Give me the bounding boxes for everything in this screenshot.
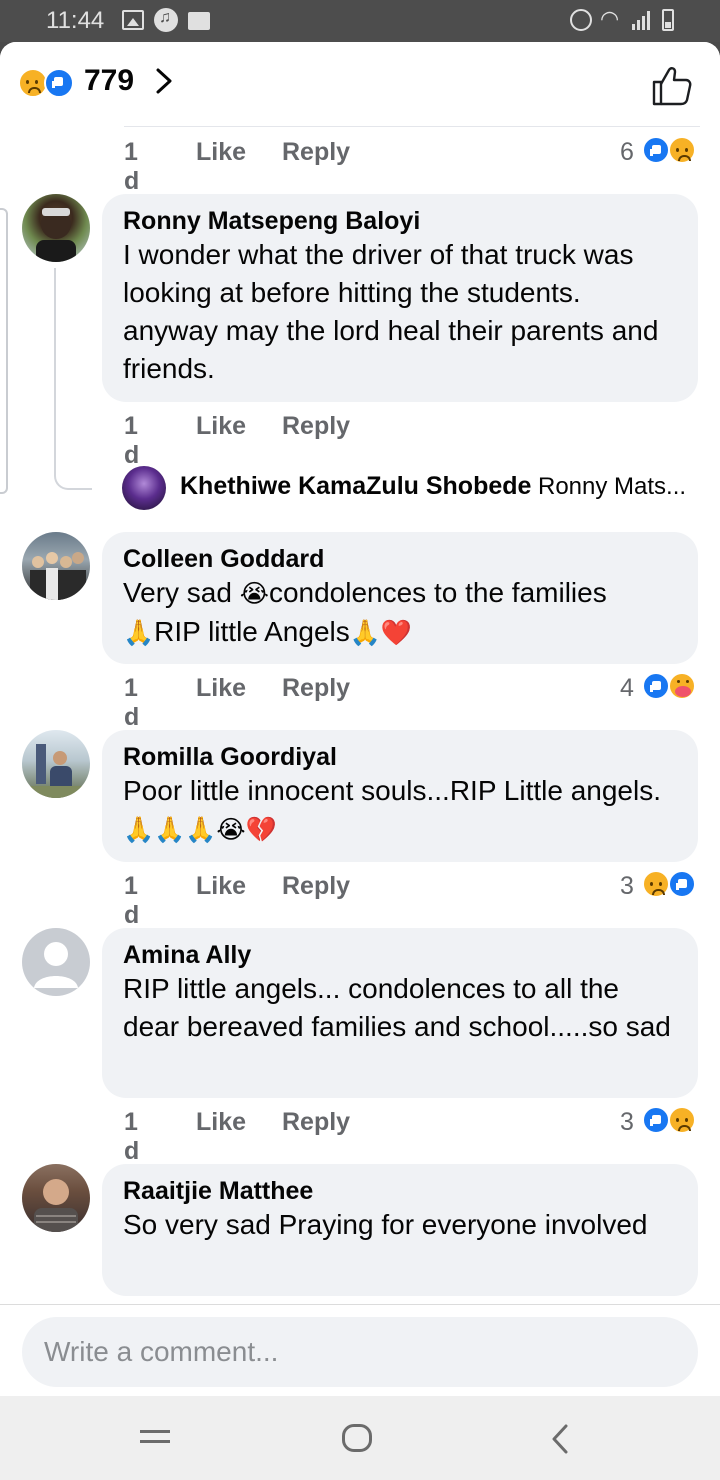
like-link[interactable]: Like bbox=[196, 138, 246, 167]
comment-reaction-count[interactable]: 6 bbox=[620, 138, 634, 167]
reply-link[interactable]: Reply bbox=[282, 872, 350, 901]
comment-time: 1 d bbox=[124, 412, 140, 469]
avatar[interactable] bbox=[122, 466, 166, 510]
gallery-icon bbox=[122, 10, 144, 30]
sad-reaction-icon bbox=[668, 136, 696, 164]
avatar[interactable] bbox=[22, 1164, 90, 1232]
comment-reaction-count[interactable]: 4 bbox=[620, 674, 634, 703]
comment-text-part: condolences to the families bbox=[268, 577, 607, 608]
sad-reaction-icon bbox=[668, 1106, 696, 1134]
comment-reactions[interactable] bbox=[642, 1106, 702, 1138]
folder-icon bbox=[188, 12, 210, 30]
sad-reaction-icon bbox=[642, 870, 670, 898]
comment-text: Very sad 😭condolences to the families 🙏RI… bbox=[123, 574, 678, 652]
comment-bubble: Raaitjie Matthee So very sad Praying for… bbox=[102, 1164, 698, 1296]
home-button[interactable] bbox=[342, 1424, 372, 1452]
reply-link[interactable]: Reply bbox=[282, 674, 350, 703]
avatar[interactable] bbox=[22, 730, 90, 798]
music-icon bbox=[154, 8, 178, 32]
like-link[interactable]: Like bbox=[196, 1108, 246, 1137]
reaction-count[interactable]: 779 bbox=[84, 64, 134, 98]
like-reaction-icon bbox=[44, 68, 74, 98]
comment-reaction-count[interactable]: 3 bbox=[620, 1108, 634, 1137]
default-profile-icon bbox=[34, 942, 78, 988]
wifi-icon: ◠ bbox=[600, 6, 620, 31]
comment-reactions[interactable] bbox=[642, 136, 702, 168]
comment-text-part: Very sad bbox=[123, 577, 240, 608]
reaction-summary[interactable] bbox=[18, 66, 78, 100]
reply-preview[interactable]: Khethiwe KamaZulu Shobede Ronny Mats... bbox=[122, 466, 702, 512]
comment-text: So very sad Praying for everyone involve… bbox=[123, 1209, 648, 1240]
reply-link[interactable]: Reply bbox=[282, 1108, 350, 1137]
comment-text: I wonder what the driver of that truck w… bbox=[123, 239, 659, 384]
chevron-right-icon[interactable] bbox=[150, 64, 180, 98]
reply-link[interactable]: Reply bbox=[282, 412, 350, 441]
avatar[interactable] bbox=[22, 532, 90, 600]
emoji: 🙏🙏🙏😭💔 bbox=[123, 815, 277, 844]
care-reaction-icon bbox=[668, 672, 696, 700]
comment-time: 1 d bbox=[124, 674, 140, 731]
emoji: 😭 bbox=[239, 579, 269, 608]
like-link[interactable]: Like bbox=[196, 412, 246, 441]
recent-apps-button[interactable] bbox=[140, 1426, 170, 1450]
status-time: 11:44 bbox=[46, 7, 105, 34]
system-nav-bar bbox=[0, 1396, 720, 1480]
signal-icon bbox=[632, 10, 654, 30]
alarm-icon bbox=[570, 9, 592, 31]
like-reaction-icon bbox=[642, 136, 670, 164]
battery-icon bbox=[662, 9, 674, 31]
comment-text-part: Poor little innocent souls...RIP Little … bbox=[123, 775, 662, 806]
like-reaction-icon bbox=[642, 1106, 670, 1134]
comment-reactions[interactable] bbox=[642, 870, 702, 902]
emoji: 🙏❤️ bbox=[349, 618, 412, 647]
like-reaction-icon bbox=[668, 870, 696, 898]
status-bar: 11:44 ◠ bbox=[0, 0, 720, 42]
comment-text-part: RIP little Angels bbox=[154, 616, 350, 647]
header-divider bbox=[124, 126, 700, 127]
avatar[interactable] bbox=[22, 194, 90, 262]
comment-bubble: Romilla Goordiyal Poor little innocent s… bbox=[102, 730, 698, 862]
commenter-name[interactable]: Romilla Goordiyal bbox=[123, 742, 678, 772]
comment-time: 1 d bbox=[124, 872, 140, 929]
reply-author-name[interactable]: Khethiwe KamaZulu Shobede bbox=[180, 472, 531, 501]
like-reaction-icon bbox=[642, 672, 670, 700]
comment-time: 1 d bbox=[124, 138, 140, 195]
reactions-header: 779 bbox=[0, 42, 720, 130]
thumbs-up-icon[interactable] bbox=[650, 64, 694, 108]
reply-thread-line bbox=[54, 268, 92, 490]
comment-reactions[interactable] bbox=[642, 672, 702, 704]
commenter-name[interactable]: Ronny Matsepeng Baloyi bbox=[123, 206, 678, 236]
comment-bubble: Ronny Matsepeng Baloyi I wonder what the… bbox=[102, 194, 698, 402]
comment-time: 1 d bbox=[124, 1108, 140, 1165]
comment-bubble: Amina Ally RIP little angels... condolen… bbox=[102, 928, 698, 1098]
like-link[interactable]: Like bbox=[196, 872, 246, 901]
reply-snippet: Ronny Mats... bbox=[538, 473, 687, 500]
write-comment-input[interactable] bbox=[22, 1317, 698, 1387]
comments-sheet: 779 1 d Like Reply 6 Ronny Matsepeng Bal… bbox=[0, 42, 720, 1438]
like-link[interactable]: Like bbox=[196, 674, 246, 703]
commenter-name[interactable]: Colleen Goddard bbox=[123, 544, 678, 574]
comment-reaction-count[interactable]: 3 bbox=[620, 872, 634, 901]
back-button[interactable] bbox=[548, 1422, 572, 1456]
commenter-name[interactable]: Amina Ally bbox=[123, 940, 678, 970]
comment-bubble: Colleen Goddard Very sad 😭condolences to… bbox=[102, 532, 698, 664]
emoji: 🙏 bbox=[123, 618, 155, 647]
comment-text: RIP little angels... condolences to all … bbox=[123, 973, 671, 1042]
avatar[interactable] bbox=[22, 928, 90, 996]
thread-indicator bbox=[0, 208, 8, 494]
reply-link[interactable]: Reply bbox=[282, 138, 350, 167]
commenter-name[interactable]: Raaitjie Matthee bbox=[123, 1176, 678, 1206]
comment-text: Poor little innocent souls...RIP Little … bbox=[123, 772, 678, 849]
